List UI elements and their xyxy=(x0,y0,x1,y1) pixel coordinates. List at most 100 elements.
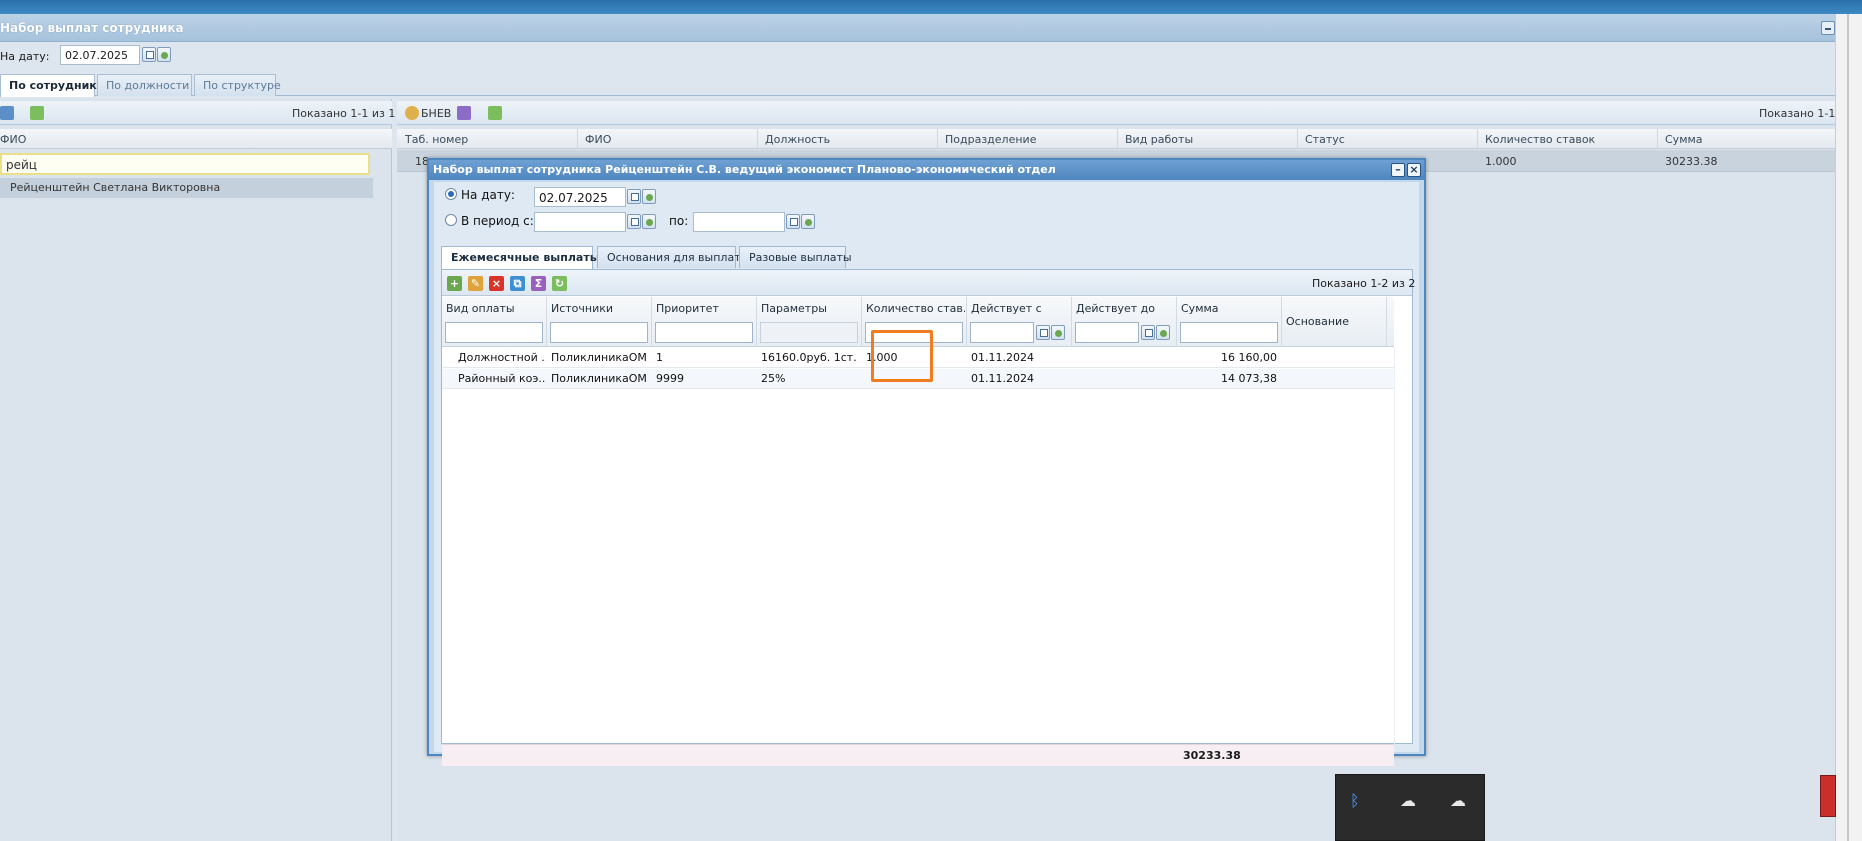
edit-icon[interactable]: ✎ xyxy=(468,276,483,291)
calendar-icon[interactable] xyxy=(142,47,156,62)
column-fio[interactable]: ФИО xyxy=(585,133,611,146)
column-sum[interactable]: Сумма xyxy=(1665,133,1703,146)
sum-icon[interactable]: Σ xyxy=(531,276,546,291)
right-grid-header: Таб. номер ФИО Должность Подразделение В… xyxy=(397,129,1835,149)
grid-toolbar: + ✎ × ⧉ Σ ↻ Показано 1-2 из 2 xyxy=(442,270,1416,296)
date-filter-input[interactable]: 02.07.2025 xyxy=(60,45,140,65)
side-tab-button[interactable] xyxy=(1820,775,1836,817)
vertical-scrollbar[interactable] xyxy=(1835,14,1862,841)
date-select-icon[interactable] xyxy=(157,47,171,62)
sum-filter[interactable] xyxy=(1180,322,1278,343)
column-valid-from[interactable]: Действует с xyxy=(967,297,1072,347)
calendar-icon[interactable] xyxy=(1141,325,1155,340)
cloud-off-icon[interactable]: ☁ xyxy=(1450,791,1466,810)
system-tray-popup: ᛒ ☁ ☁ xyxy=(1335,774,1485,841)
pay-type-filter[interactable] xyxy=(445,322,543,343)
column-tab-number[interactable]: Таб. номер xyxy=(405,133,468,146)
window-header: Набор выплат сотрудника xyxy=(0,14,1835,42)
column-pay-type[interactable]: Вид оплаты xyxy=(442,297,547,347)
column-basis[interactable]: Основание xyxy=(1282,297,1387,347)
cell-pay-type: Должностной ... xyxy=(458,351,546,364)
column-valid-to[interactable]: Действует до xyxy=(1072,297,1177,347)
tab-payment-grounds[interactable]: Основания для выплат xyxy=(597,246,741,268)
left-shown-count: Показано 1-1 из 1 xyxy=(292,107,396,120)
cell-sum: 30233.38 xyxy=(1665,155,1718,168)
column-params[interactable]: Параметры xyxy=(757,297,862,347)
period-to-label: по: xyxy=(669,214,689,228)
on-date-label: На дату: xyxy=(461,188,515,202)
period-radio[interactable] xyxy=(445,214,457,226)
grid-shown-count: Показано 1-2 из 2 xyxy=(1312,277,1416,290)
cell-valid-from: 01.11.2024 xyxy=(971,351,1034,364)
date-select-icon[interactable] xyxy=(1156,325,1170,340)
cell-params: 25% xyxy=(761,372,786,385)
tab-one-time-payments[interactable]: Разовые выплаты xyxy=(739,246,852,268)
column-status[interactable]: Статус xyxy=(1305,133,1345,146)
refresh-icon[interactable] xyxy=(30,106,44,120)
rate-highlight-box xyxy=(871,330,933,382)
calendar-icon[interactable] xyxy=(627,189,641,204)
close-icon[interactable]: × xyxy=(1407,163,1421,177)
left-grid-header: ФИО xyxy=(0,129,392,149)
bnev-label[interactable]: БНЕВ xyxy=(421,107,451,120)
collapse-icon[interactable]: – xyxy=(1391,163,1405,177)
calendar-icon[interactable] xyxy=(1036,325,1050,340)
tab-monthly-payments[interactable]: Ежемесячные выплаты xyxy=(441,246,600,269)
top-bar xyxy=(0,0,1862,14)
valid-to-filter[interactable] xyxy=(1075,322,1139,343)
period-from-input[interactable] xyxy=(534,212,626,232)
on-date-input[interactable]: 02.07.2025 xyxy=(534,187,626,207)
on-date-radio[interactable] xyxy=(445,188,457,200)
right-shown-count: Показано 1-1 и xyxy=(1759,107,1847,120)
period-to-input[interactable] xyxy=(693,212,785,232)
date-select-icon[interactable] xyxy=(801,214,815,229)
calendar-icon[interactable] xyxy=(627,214,641,229)
employee-row[interactable]: Рейценштейн Светлана Викторовна xyxy=(0,178,373,198)
column-work-type[interactable]: Вид работы xyxy=(1125,133,1193,146)
date-filter-label: На дату: xyxy=(0,50,50,63)
cell-valid-from: 01.11.2024 xyxy=(971,372,1034,385)
add-icon[interactable]: + xyxy=(447,276,462,291)
delete-icon[interactable]: × xyxy=(489,276,504,291)
employee-list-panel xyxy=(0,99,392,841)
tab-by-employee[interactable]: По сотруднику xyxy=(0,74,104,97)
bluetooth-icon[interactable]: ᛒ xyxy=(1350,791,1360,810)
column-rate-count[interactable]: Количество ставок xyxy=(1485,133,1595,146)
bnev-icon[interactable] xyxy=(405,106,419,120)
column-priority[interactable]: Приоритет xyxy=(652,297,757,347)
sources-filter[interactable] xyxy=(550,322,648,343)
column-position[interactable]: Должность xyxy=(765,133,830,146)
cell-pay-type: Районный коэ... xyxy=(458,372,546,385)
copy-icon[interactable]: ⧉ xyxy=(510,276,525,291)
window-title: Набор выплат сотрудника xyxy=(0,21,184,35)
cell-source: ПоликлиникаОМС xyxy=(551,372,647,385)
cell-priority: 9999 xyxy=(656,372,684,385)
cell-rate-count: 1.000 xyxy=(1485,155,1517,168)
left-toolbar: Показано 1-1 из 1 xyxy=(0,101,396,125)
refresh-icon[interactable]: ↻ xyxy=(552,276,567,291)
cloud-off-icon[interactable]: ☁ xyxy=(1400,791,1416,810)
valid-from-filter[interactable] xyxy=(970,322,1034,343)
column-fio[interactable]: ФИО xyxy=(0,133,26,146)
column-department[interactable]: Подразделение xyxy=(945,133,1036,146)
priority-filter[interactable] xyxy=(655,322,753,343)
calendar-icon[interactable] xyxy=(786,214,800,229)
cell-sum: 16 160,00 xyxy=(1221,351,1277,364)
column-sum[interactable]: Сумма xyxy=(1177,297,1282,347)
tab-by-structure[interactable]: По структуре xyxy=(194,74,281,96)
cell-priority: 1 xyxy=(656,351,663,364)
modal-title: Набор выплат сотрудника Рейценштейн С.В.… xyxy=(429,160,1424,180)
tab-by-position[interactable]: По должности xyxy=(97,74,192,96)
date-select-icon[interactable] xyxy=(1051,325,1065,340)
cell-params: 16160.0руб. 1ст. xyxy=(761,351,857,364)
options-icon[interactable] xyxy=(457,106,471,120)
menu-icon[interactable] xyxy=(0,106,14,120)
grid-total: 30233.38 xyxy=(1183,749,1241,762)
fio-filter-input[interactable]: рейц xyxy=(0,153,370,175)
column-sources[interactable]: Источники xyxy=(547,297,652,347)
date-select-icon[interactable] xyxy=(642,189,656,204)
right-toolbar: БНЕВ Показано 1-1 и xyxy=(397,101,1846,125)
date-select-icon[interactable] xyxy=(642,214,656,229)
minimize-icon[interactable] xyxy=(1821,21,1835,35)
refresh-icon[interactable] xyxy=(488,106,502,120)
